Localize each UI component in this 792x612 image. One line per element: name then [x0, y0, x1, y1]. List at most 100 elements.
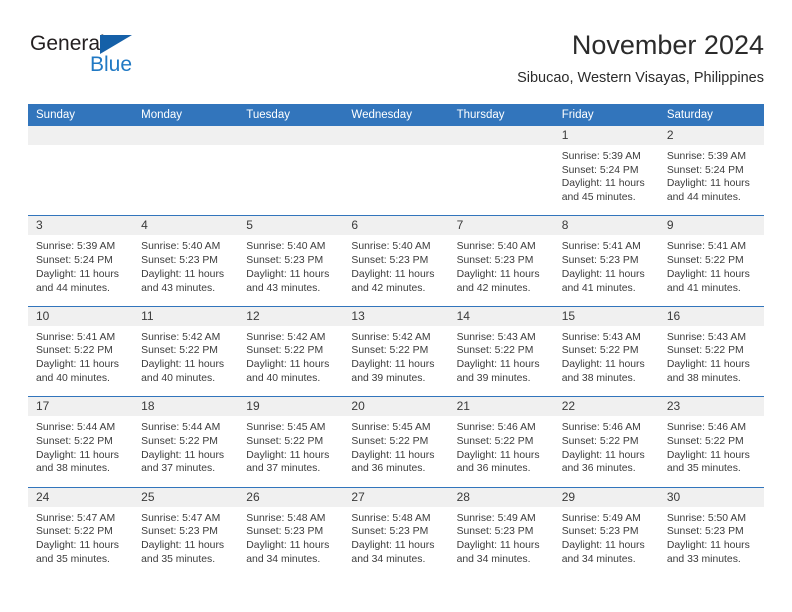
sunrise-time: Sunrise: 5:49 AM	[456, 512, 536, 524]
daylight-duration-line1: Daylight: 11 hours	[246, 268, 330, 280]
day-number-strip: 18	[133, 397, 239, 417]
calendar-day-cell[interactable]: 15 Sunrise: 5:43 AM Sunset: 5:22 PM Dayligh…	[553, 306, 659, 397]
daylight-duration-line2: and 35 minutes.	[141, 553, 216, 565]
day-number: 8	[561, 218, 569, 233]
day-number: 12	[246, 308, 260, 323]
calendar-day-cell[interactable]: 13 Sunrise: 5:42 AM Sunset: 5:22 PM Dayligh…	[343, 306, 449, 397]
daylight-duration-line1: Daylight: 11 hours	[561, 359, 645, 371]
calendar-day-cell[interactable]: 27 Sunrise: 5:48 AM Sunset: 5:23 PM Dayligh…	[343, 487, 449, 577]
day-number: 18	[141, 399, 155, 414]
sunrise-time: Sunrise: 5:41 AM	[666, 241, 746, 253]
sunrise-time: Sunrise: 5:46 AM	[666, 422, 746, 434]
day-number-strip: 11	[133, 306, 239, 326]
day-details: Sunrise: 5:42 AM Sunset: 5:22 PM Daylight:…	[238, 326, 343, 386]
daylight-duration-line2: and 38 minutes.	[36, 463, 110, 475]
calendar-day-cell[interactable]: 1 Sunrise: 5:39 AM Sunset: 5:24 PM Daylight…	[553, 126, 659, 216]
calendar-day-cell[interactable]: 19 Sunrise: 5:45 AM Sunset: 5:22 PM Dayligh…	[238, 397, 344, 487]
daylight-duration-line1: Daylight: 11 hours	[456, 359, 540, 371]
calendar-day-cell[interactable]: 5 Sunrise: 5:40 AM Sunset: 5:23 PM Daylight…	[238, 216, 344, 306]
daylight-duration-line1: Daylight: 11 hours	[351, 359, 435, 371]
daylight-duration-line2: and 33 minutes.	[666, 553, 741, 565]
day-number: 1	[561, 128, 569, 142]
daylight-duration-line1: Daylight: 11 hours	[141, 268, 225, 280]
day-number-strip: 12	[238, 306, 344, 326]
calendar-day-cell[interactable]: 9 Sunrise: 5:41 AM Sunset: 5:22 PM Daylight…	[658, 216, 764, 306]
page-title: November 2024	[571, 30, 764, 60]
daylight-duration-line1: Daylight: 11 hours	[141, 539, 225, 551]
daylight-duration-line1: Daylight: 11 hours	[561, 449, 645, 461]
brand-blue-text: Blue	[90, 53, 133, 76]
page-header: General Blue November 2024 Sibucao, West…	[28, 28, 764, 98]
calendar-day-cell[interactable]: 4 Sunrise: 5:40 AM Sunset: 5:23 PM Daylight…	[133, 216, 239, 306]
calendar-day-cell[interactable]: 8 Sunrise: 5:41 AM Sunset: 5:23 PM Daylight…	[553, 216, 659, 306]
day-details: Sunrise: 5:46 AM Sunset: 5:22 PM Daylight:…	[449, 416, 554, 476]
daylight-duration-line1: Daylight: 11 hours	[246, 539, 330, 551]
calendar-day-cell[interactable]: 25 Sunrise: 5:47 AM Sunset: 5:23 PM Dayligh…	[133, 487, 239, 577]
sunset-time: Sunset: 5:22 PM	[351, 435, 429, 447]
day-number-strip: 17	[28, 397, 134, 417]
sunset-time: Sunset: 5:22 PM	[36, 526, 113, 538]
calendar-day-cell[interactable]: 11 Sunrise: 5:42 AM Sunset: 5:22 PM Dayligh…	[133, 306, 239, 397]
calendar-day-cell[interactable]: 21 Sunrise: 5:46 AM Sunset: 5:22 PM Dayligh…	[448, 397, 554, 487]
day-details: Sunrise: 5:40 AM Sunset: 5:23 PM Daylight:…	[449, 235, 554, 295]
sunset-time: Sunset: 5:22 PM	[246, 345, 324, 357]
calendar-week-row: 10 Sunrise: 5:41 AM Sunset: 5:22 PM Dayligh…	[28, 305, 764, 397]
weekday-header-monday: Monday	[141, 109, 183, 121]
sunset-time: Sunset: 5:23 PM	[246, 526, 324, 538]
day-details: Sunrise: 5:42 AM Sunset: 5:22 PM Daylight:…	[343, 326, 448, 386]
calendar-day-cell[interactable]: 20 Sunrise: 5:45 AM Sunset: 5:22 PM Dayligh…	[343, 397, 449, 487]
calendar-day-cell[interactable]: 14 Sunrise: 5:43 AM Sunset: 5:22 PM Dayligh…	[448, 306, 554, 397]
calendar-day-cell[interactable]: 17 Sunrise: 5:44 AM Sunset: 5:22 PM Dayligh…	[28, 397, 134, 487]
sunset-time: Sunset: 5:22 PM	[666, 345, 744, 357]
daylight-duration-line1: Daylight: 11 hours	[246, 359, 330, 371]
sunset-time: Sunset: 5:23 PM	[456, 255, 534, 267]
calendar-day-cell[interactable]: 28 Sunrise: 5:49 AM Sunset: 5:23 PM Dayligh…	[448, 487, 554, 577]
day-number-strip: 27	[343, 487, 449, 507]
day-number: 30	[666, 489, 681, 504]
day-number-strip: 20	[343, 397, 449, 417]
sunset-time: Sunset: 5:22 PM	[456, 345, 534, 357]
calendar-day-cell[interactable]: 12 Sunrise: 5:42 AM Sunset: 5:22 PM Dayligh…	[238, 306, 344, 397]
calendar-day-cell[interactable]: 29 Sunrise: 5:49 AM Sunset: 5:23 PM Dayligh…	[553, 487, 659, 577]
sunrise-time: Sunrise: 5:46 AM	[456, 422, 536, 434]
weekday-header-row: Sunday Monday Tuesday Wednesday Thursday…	[28, 104, 764, 126]
calendar-day-cell[interactable]: 3 Sunrise: 5:39 AM Sunset: 5:24 PM Daylight…	[28, 216, 134, 306]
sunset-time: Sunset: 5:24 PM	[36, 255, 113, 267]
day-number: 26	[246, 489, 260, 504]
calendar-day-cell[interactable]: 16 Sunrise: 5:43 AM Sunset: 5:22 PM Dayligh…	[658, 306, 764, 397]
calendar-day-cell[interactable]: 10 Sunrise: 5:41 AM Sunset: 5:22 PM Dayligh…	[28, 306, 134, 397]
calendar-day-cell[interactable]: 2 Sunrise: 5:39 AM Sunset: 5:24 PM Daylight…	[658, 126, 764, 216]
sunset-time: Sunset: 5:22 PM	[561, 435, 639, 447]
daylight-duration-line2: and 41 minutes.	[561, 282, 636, 294]
day-number-strip	[133, 126, 239, 145]
calendar-day-cell-empty	[238, 126, 344, 216]
sunset-time: Sunset: 5:22 PM	[141, 435, 218, 447]
day-details: Sunrise: 5:42 AM Sunset: 5:22 PM Daylight:…	[133, 326, 238, 386]
calendar-day-cell[interactable]: 7 Sunrise: 5:40 AM Sunset: 5:23 PM Daylight…	[448, 216, 554, 306]
calendar-week-row: 24 Sunrise: 5:47 AM Sunset: 5:22 PM Dayligh…	[28, 486, 764, 577]
day-number-strip: 2	[658, 126, 764, 145]
day-number: 9	[666, 218, 674, 233]
calendar-day-cell[interactable]: 22 Sunrise: 5:46 AM Sunset: 5:22 PM Dayligh…	[553, 397, 659, 487]
calendar-day-cell[interactable]: 6 Sunrise: 5:40 AM Sunset: 5:23 PM Daylight…	[343, 216, 449, 306]
calendar-day-cell[interactable]: 18 Sunrise: 5:44 AM Sunset: 5:22 PM Dayligh…	[133, 397, 239, 487]
daylight-duration-line2: and 34 minutes.	[561, 553, 636, 565]
daylight-duration-line2: and 36 minutes.	[456, 463, 531, 475]
day-number-strip: 6	[343, 216, 449, 236]
daylight-duration-line1: Daylight: 11 hours	[561, 268, 645, 280]
daylight-duration-line1: Daylight: 11 hours	[456, 268, 540, 280]
day-details: Sunrise: 5:41 AM Sunset: 5:22 PM Daylight:…	[28, 326, 133, 386]
calendar-day-cell[interactable]: 26 Sunrise: 5:48 AM Sunset: 5:23 PM Dayligh…	[238, 487, 344, 577]
daylight-duration-line2: and 35 minutes.	[666, 463, 741, 475]
brand-logo[interactable]: General Blue	[30, 32, 210, 88]
daylight-duration-line2: and 42 minutes.	[456, 282, 531, 294]
calendar-day-cell[interactable]: 23 Sunrise: 5:46 AM Sunset: 5:22 PM Dayligh…	[658, 397, 764, 487]
calendar-day-cell[interactable]: 24 Sunrise: 5:47 AM Sunset: 5:22 PM Dayligh…	[28, 487, 134, 577]
daylight-duration-line1: Daylight: 11 hours	[351, 268, 435, 280]
calendar-day-cell[interactable]: 30 Sunrise: 5:50 AM Sunset: 5:23 PM Dayligh…	[658, 487, 764, 577]
day-number: 24	[36, 489, 50, 504]
calendar-grid: Sunday Monday Tuesday Wednesday Thursday…	[28, 104, 764, 577]
daylight-duration-line2: and 37 minutes.	[141, 463, 216, 475]
daylight-duration-line2: and 39 minutes.	[456, 372, 531, 384]
calendar-day-cell-empty	[448, 126, 554, 216]
